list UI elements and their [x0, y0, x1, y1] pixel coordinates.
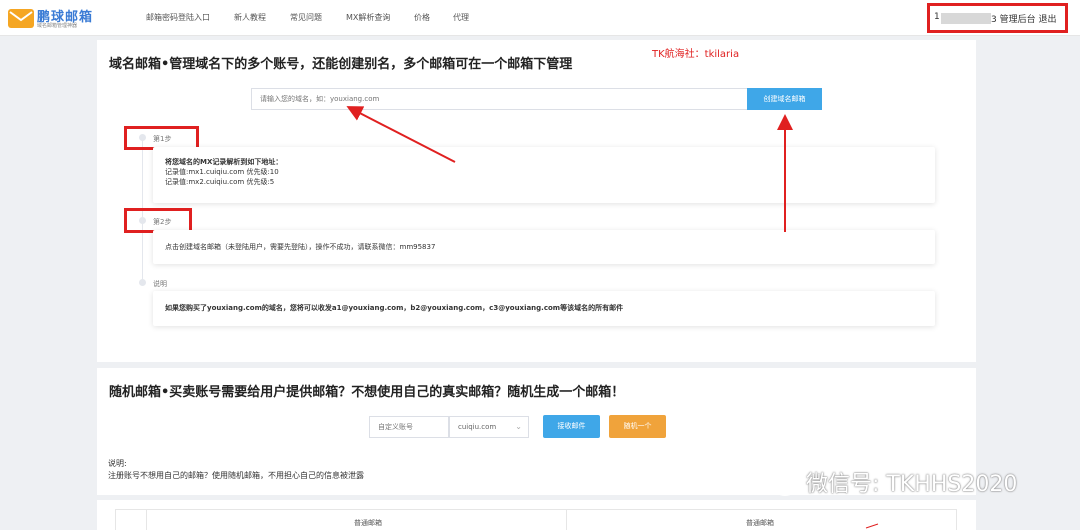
domain-section-title: 域名邮箱•管理域名下的多个账号，还能创建别名，多个邮箱可在一个邮箱下管理 [109, 57, 573, 72]
table-header: 普通邮箱 [746, 519, 774, 527]
nav-agent[interactable]: 代理 [453, 12, 469, 23]
timeline-dot [139, 279, 146, 286]
annotation-text: TK航海社：tkilaria [652, 49, 740, 60]
chevron-down-icon: ⌄ [515, 422, 522, 431]
mailbox-table: 普通邮箱 普通邮箱 [115, 509, 957, 530]
nav-pricing[interactable]: 价格 [414, 12, 430, 23]
top-navbar: 鹏球邮箱 域名邮箱管理神器 邮箱密码登陆入口 新人教程 常见问题 MX解析查询 … [0, 0, 1080, 36]
nav-mx-lookup[interactable]: MX解析查询 [346, 12, 390, 23]
note-text: 注册账号不想用自己的邮箱？使用随机邮箱，不用担心自己的信息被泄露 [108, 471, 364, 480]
watermark-text: 微信号: TKHHS2020 [806, 472, 1018, 497]
explain-label: 说明 [153, 280, 167, 288]
logout-link[interactable]: 退出 [1039, 15, 1057, 25]
logo-subtitle: 域名邮箱管理神器 [37, 23, 78, 29]
step-1-line-3: 记录值:mx2.cuiqiu.com 优先级:5 [165, 178, 275, 186]
domain-select-value: cuiqiu.com [458, 423, 497, 431]
table-divider [566, 510, 567, 530]
logo[interactable]: 鹏球邮箱 域名邮箱管理神器 [8, 7, 92, 31]
explain-line-1: 如果您购买了youxiang.com的域名，您将可以收发a1@youxiang.… [165, 304, 624, 312]
redacted-user-id [941, 13, 991, 24]
step-1-line-2: 记录值:mx1.cuiqiu.com 优先级:10 [165, 168, 279, 176]
table-divider [146, 510, 147, 530]
step-1-card: 将您域名的MX记录解析到如下地址： 记录值:mx1.cuiqiu.com 优先级… [153, 147, 935, 203]
user-menu: 1 3 管理后台 退出 [927, 3, 1068, 33]
admin-link[interactable]: 管理后台 [1000, 15, 1036, 25]
nav-login-entry[interactable]: 邮箱密码登陆入口 [146, 12, 210, 23]
step-1-line-1: 将您域名的MX记录解析到如下地址： [165, 158, 283, 166]
watermark: 微信号: TKHHS2020 [758, 462, 1058, 500]
explain-card: 如果您购买了youxiang.com的域名，您将可以收发a1@youxiang.… [153, 291, 935, 326]
custom-account-input[interactable] [369, 416, 449, 438]
wechat-icon [759, 469, 797, 496]
note-label: 说明: [108, 459, 127, 468]
user-id-suffix: 3 [991, 15, 997, 25]
step-2-line-1: 点击创建域名邮箱（未登陆用户，需要先登陆），操作不成功，请联系微信：mm9583… [165, 243, 436, 251]
step-2-card: 点击创建域名邮箱（未登陆用户，需要先登陆），操作不成功，请联系微信：mm9583… [153, 230, 935, 264]
nav-tutorial[interactable]: 新人教程 [234, 12, 266, 23]
domain-select[interactable]: cuiqiu.com ⌄ [449, 416, 529, 438]
user-id-suffix-group: 3 管理后台 退出 [991, 12, 1057, 25]
envelope-icon [8, 9, 34, 28]
mailbox-table-panel: 普通邮箱 普通邮箱 [97, 500, 976, 530]
create-domain-mailbox-button[interactable]: 创建域名邮箱 [747, 88, 822, 110]
random-one-button[interactable]: 随机一个 [609, 415, 666, 438]
domain-input[interactable] [251, 88, 747, 110]
table-header: 普通邮箱 [354, 519, 382, 527]
receive-mail-button[interactable]: 接收邮件 [543, 415, 600, 438]
nav-faq[interactable]: 常见问题 [290, 12, 322, 23]
random-section-title: 随机邮箱•买卖账号需要给用户提供邮箱？不想使用自己的真实邮箱？随机生成一个邮箱！ [109, 385, 625, 400]
user-id-prefix: 1 [934, 12, 940, 22]
domain-mailbox-panel: 域名邮箱•管理域名下的多个账号，还能创建别名，多个邮箱可在一个邮箱下管理 TK航… [97, 40, 976, 362]
